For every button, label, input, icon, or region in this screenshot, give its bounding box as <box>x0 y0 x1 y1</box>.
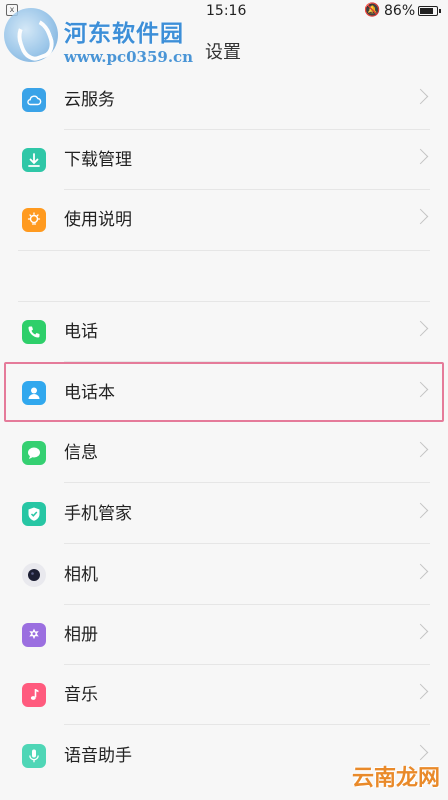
watermark-url: www.pc0359.cn <box>64 48 194 66</box>
settings-item-phone[interactable]: 电话 <box>0 302 448 362</box>
settings-item-label: 云服务 <box>64 90 115 110</box>
watermark-title: 河东软件园 <box>64 20 184 47</box>
divider <box>18 250 430 251</box>
download-icon <box>22 148 46 172</box>
divider <box>64 482 430 483</box>
settings-item-label: 音乐 <box>64 685 98 705</box>
settings-item-messages[interactable]: 信息 <box>0 423 448 483</box>
chevron-right-icon <box>412 88 429 105</box>
cloud-icon <box>22 88 46 112</box>
divider <box>64 724 430 725</box>
message-icon <box>22 441 46 465</box>
settings-item-label: 下载管理 <box>64 150 132 170</box>
chevron-right-icon <box>412 502 429 519</box>
mute-icon: 🔕 <box>364 3 381 18</box>
settings-item-label: 电话 <box>64 322 98 342</box>
album-icon <box>22 623 46 647</box>
chevron-right-icon <box>412 744 429 761</box>
settings-item-label: 相机 <box>64 565 98 585</box>
divider <box>64 543 430 544</box>
bulb-icon <box>22 208 46 232</box>
mic-icon <box>22 744 46 768</box>
settings-item-label: 语音助手 <box>64 746 132 766</box>
chevron-right-icon <box>412 563 429 580</box>
chevron-right-icon <box>412 320 429 337</box>
settings-item-phone-manager[interactable]: 手机管家 <box>0 484 448 544</box>
page-title: 设置 <box>205 42 241 63</box>
watermark-logo: 河东软件园 www.pc0359.cn <box>0 4 210 70</box>
chevron-right-icon <box>412 683 429 700</box>
chevron-right-icon <box>412 441 429 458</box>
corner-watermark: 云南龙网 <box>351 766 440 791</box>
logo-icon <box>4 8 58 62</box>
shield-icon <box>22 502 46 526</box>
settings-item-label: 手机管家 <box>64 504 132 524</box>
chevron-right-icon <box>412 208 429 225</box>
settings-item-cloud[interactable]: 云服务 <box>0 70 448 130</box>
settings-item-label: 使用说明 <box>64 210 132 230</box>
settings-item-album[interactable]: 相册 <box>0 605 448 665</box>
settings-item-music[interactable]: 音乐 <box>0 665 448 725</box>
highlight-box <box>4 362 444 422</box>
settings-item-help[interactable]: 使用说明 <box>0 190 448 250</box>
chevron-right-icon <box>412 623 429 640</box>
settings-item-label: 相册 <box>64 625 98 645</box>
battery-percent: 86% <box>384 3 416 19</box>
settings-item-label: 信息 <box>64 443 98 463</box>
phone-icon <box>22 320 46 344</box>
battery-icon <box>418 6 441 16</box>
settings-item-camera[interactable]: 相机 <box>0 545 448 605</box>
music-icon <box>22 683 46 707</box>
settings-item-downloads[interactable]: 下载管理 <box>0 130 448 190</box>
camera-icon <box>22 563 46 587</box>
chevron-right-icon <box>412 148 429 165</box>
status-time: 15:16 <box>206 3 247 19</box>
